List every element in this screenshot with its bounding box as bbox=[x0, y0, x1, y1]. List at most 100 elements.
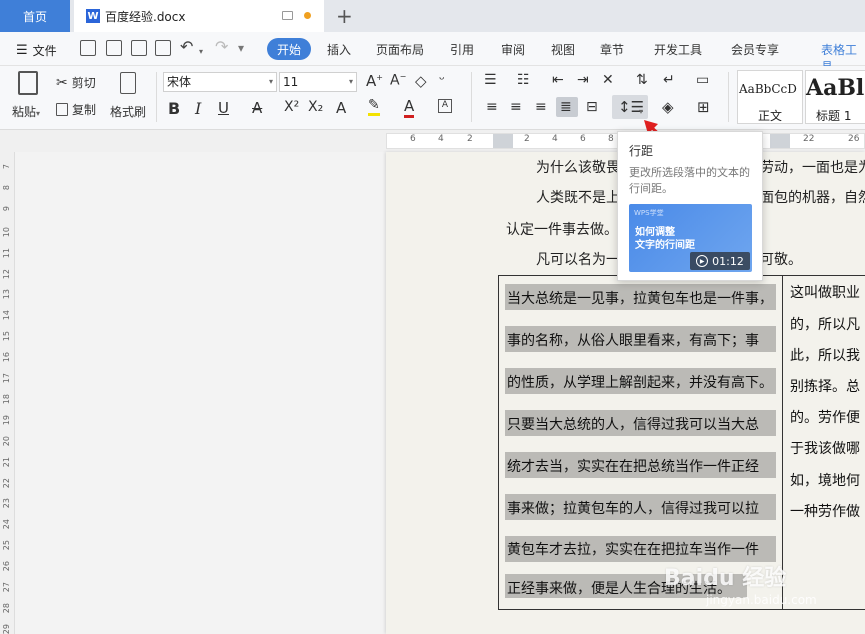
menu-tab-member[interactable]: 会员专享 bbox=[731, 41, 779, 58]
save-icon[interactable] bbox=[80, 40, 96, 56]
align-right-icon[interactable]: ≡ bbox=[535, 99, 547, 115]
vertical-ruler-tick: 18 bbox=[2, 393, 11, 405]
body-line[interactable]: 凡可以名为一 bbox=[536, 249, 620, 269]
increase-indent-icon[interactable]: ⇥ bbox=[577, 72, 589, 88]
print-preview-icon[interactable] bbox=[155, 40, 171, 56]
align-center-icon[interactable]: ≡ bbox=[510, 99, 522, 115]
grow-font-icon[interactable]: A+ bbox=[366, 72, 383, 90]
highlight-icon[interactable]: ✎ bbox=[368, 97, 380, 116]
home-tab[interactable]: 首页 bbox=[0, 0, 70, 32]
ruler-tick: 4 bbox=[438, 134, 444, 144]
underline-icon[interactable]: U bbox=[218, 99, 229, 117]
new-tab-plus-icon[interactable]: + bbox=[336, 4, 353, 28]
vertical-ruler-tick: 11 bbox=[2, 247, 11, 258]
style-heading-1[interactable]: AaBl 标题 1 bbox=[805, 70, 865, 124]
italic-icon[interactable]: I bbox=[195, 99, 201, 118]
vertical-ruler[interactable]: 7 8 9 10 11 12 13 14 15 16 17 18 19 20 21 22 23 24 25 26 27 2… bbox=[0, 152, 15, 634]
vertical-ruler-tick: 10 bbox=[2, 226, 11, 237]
subscript-icon[interactable]: X₂ bbox=[308, 99, 323, 115]
font-name-dropdown-icon: ▾ bbox=[268, 77, 273, 86]
vertical-ruler-tick: 19 bbox=[2, 414, 11, 425]
copy-button[interactable]: 复制 bbox=[56, 101, 96, 118]
body-line[interactable]: 认定一件事去做。 bbox=[506, 219, 618, 239]
tutorial-video-thumbnail[interactable]: WPS学堂 如何调整 文字的行间距 ▶ 01:12 bbox=[629, 204, 752, 272]
table-text-line: 事的名称，从俗人眼里看来，有高下；事 bbox=[507, 333, 759, 349]
vertical-ruler-tick: 17 bbox=[2, 373, 11, 384]
body-line[interactable]: 可敬。 bbox=[760, 249, 802, 269]
word-doc-icon: W bbox=[86, 9, 100, 23]
line-spacing-dropdown-icon[interactable]: ▾ bbox=[639, 103, 643, 117]
table-text-line: 事来做；拉黄包车的人，信得过我可以拉 bbox=[507, 501, 759, 517]
align-left-icon[interactable]: ≡ bbox=[486, 99, 498, 115]
undo-dropdown-icon[interactable]: ▾ bbox=[199, 43, 203, 57]
style-normal-preview: AaBbCcD bbox=[739, 82, 797, 96]
table-text-line: 的，所以凡 bbox=[790, 317, 860, 333]
menu-tab-insert[interactable]: 插入 bbox=[327, 41, 351, 58]
export-icon[interactable] bbox=[106, 40, 122, 56]
menu-tab-home[interactable]: 开始 bbox=[267, 38, 311, 60]
menu-tab-page-layout[interactable]: 页面布局 bbox=[376, 41, 424, 58]
body-line[interactable]: 为什么该敬畏 bbox=[536, 157, 620, 177]
menu-tab-section[interactable]: 章节 bbox=[600, 41, 624, 58]
monitor-icon[interactable] bbox=[282, 11, 293, 20]
format-painter-button[interactable]: 格式刷 bbox=[110, 103, 146, 120]
body-line[interactable]: 人类既不是上 bbox=[536, 187, 620, 207]
paste-icon[interactable] bbox=[18, 71, 38, 95]
text-effect-icon[interactable]: A bbox=[336, 99, 346, 117]
baidu-jingyan-watermark: Baidu 经验 bbox=[664, 566, 787, 591]
vertical-ruler-tick: 24 bbox=[2, 519, 11, 530]
menu-tab-view[interactable]: 视图 bbox=[551, 41, 575, 58]
watermark-url: jingyan.baidu.com bbox=[706, 593, 817, 607]
paste-button[interactable]: 粘贴▾ bbox=[12, 103, 40, 120]
shading-icon[interactable]: ◈ bbox=[662, 98, 674, 116]
vertical-ruler-tick: 25 bbox=[2, 540, 11, 551]
format-painter-icon[interactable] bbox=[120, 72, 136, 94]
redo-icon[interactable]: ↷ bbox=[215, 37, 228, 56]
cut-button[interactable]: ✂ 剪切 bbox=[56, 74, 96, 91]
font-color-icon[interactable]: A bbox=[404, 97, 415, 118]
numbering-icon[interactable]: ☷ bbox=[517, 72, 530, 88]
ruler-tick: 26 bbox=[848, 134, 860, 144]
more-icon[interactable]: ▾ bbox=[238, 41, 244, 55]
borders-icon[interactable]: ⊞ bbox=[697, 98, 710, 116]
phonetic-guide-icon[interactable]: ᵕ bbox=[439, 72, 445, 88]
shrink-font-icon[interactable]: A− bbox=[390, 72, 406, 89]
document-tab-title: 百度经验.docx bbox=[105, 9, 186, 24]
clear-format-icon[interactable]: ◇ bbox=[415, 72, 427, 90]
style-normal[interactable]: AaBbCcD 正文 bbox=[737, 70, 803, 124]
char-border-icon[interactable]: A bbox=[438, 99, 452, 113]
cut-label: 剪切 bbox=[71, 76, 96, 90]
bold-icon[interactable]: B bbox=[168, 99, 180, 118]
undo-icon[interactable]: ↶ bbox=[180, 37, 193, 56]
font-size-select[interactable]: 11 ▾ bbox=[279, 72, 357, 92]
table-borders-icon[interactable]: ▭ bbox=[696, 72, 709, 88]
show-marks-icon[interactable]: ↵ bbox=[663, 72, 675, 88]
menu-tab-developer[interactable]: 开发工具 bbox=[654, 41, 702, 58]
distributed-icon[interactable]: ⊟ bbox=[586, 99, 598, 115]
body-line[interactable]: 劳动，一面也是为 bbox=[760, 157, 865, 177]
strikethrough-icon[interactable]: A bbox=[252, 99, 262, 117]
file-menu-button[interactable]: ☰ 文件 bbox=[16, 42, 57, 59]
menu-tab-references[interactable]: 引用 bbox=[450, 41, 474, 58]
table-cell-right[interactable]: 这叫做职业 的，所以凡 此，所以我 别拣择。总 的。劳作便 于我该做哪 如，境地… bbox=[784, 276, 865, 609]
line-spacing-tooltip: 行距 更改所选段落中的文本的行间距。 WPS学堂 如何调整 文字的行间距 ▶ 0… bbox=[617, 131, 763, 281]
body-line[interactable]: 面包的机器，自然 bbox=[760, 187, 865, 207]
bullets-icon[interactable]: ☰ bbox=[484, 72, 497, 88]
superscript-icon[interactable]: X² bbox=[284, 99, 299, 115]
font-name-select[interactable]: 宋体 ▾ bbox=[163, 72, 277, 92]
video-title-line-2: 文字的行间距 bbox=[635, 240, 695, 251]
table-text-line: 别拣择。总 bbox=[790, 379, 860, 395]
table-text-line: 这叫做职业 bbox=[790, 285, 860, 301]
copy-label: 复制 bbox=[72, 103, 97, 117]
unsaved-dot-icon bbox=[304, 12, 311, 19]
ruler-margin-shade bbox=[770, 134, 790, 148]
chinese-layout-icon[interactable]: ✕ bbox=[602, 72, 614, 88]
tooltip-description: 更改所选段落中的文本的行间距。 bbox=[629, 166, 750, 195]
ribbon-divider bbox=[156, 72, 157, 122]
print-icon[interactable] bbox=[131, 40, 147, 56]
decrease-indent-icon[interactable]: ⇤ bbox=[552, 72, 564, 88]
menu-tab-review[interactable]: 审阅 bbox=[501, 41, 525, 58]
ruler-margin-shade bbox=[493, 134, 513, 148]
document-tab[interactable]: W 百度经验.docx bbox=[74, 0, 324, 32]
sort-icon[interactable]: ⇅ bbox=[636, 72, 648, 88]
